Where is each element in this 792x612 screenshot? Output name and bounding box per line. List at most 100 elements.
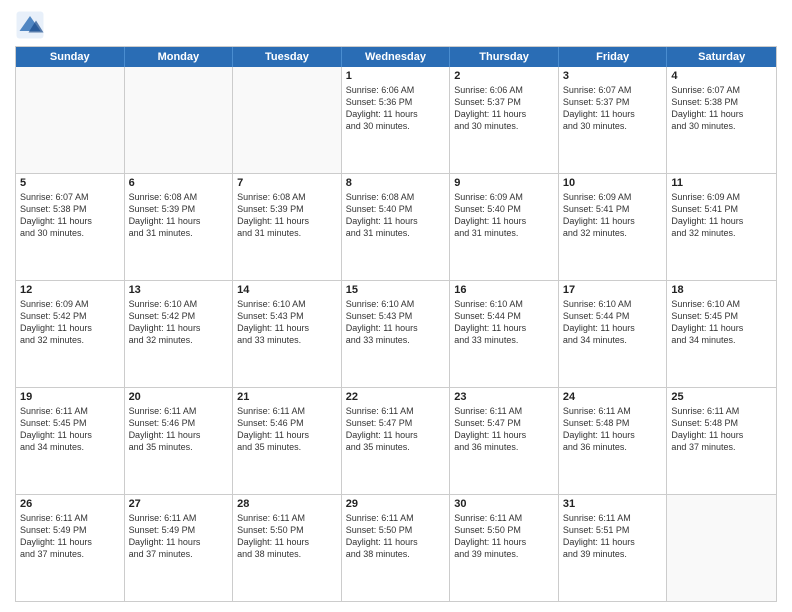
day-number: 6 [129, 177, 229, 189]
calendar-cell-21: 21Sunrise: 6:11 AM Sunset: 5:46 PM Dayli… [233, 388, 342, 494]
cell-details: Sunrise: 6:10 AM Sunset: 5:45 PM Dayligh… [671, 298, 772, 347]
day-number: 28 [237, 498, 337, 510]
day-number: 26 [20, 498, 120, 510]
day-number: 29 [346, 498, 446, 510]
calendar-cell-27: 27 Sunrise: 6:11 AM Sunset: 5:49 PM Dayli… [125, 495, 234, 601]
calendar-cell-17: 17Sunrise: 6:10 AM Sunset: 5:44 PM Dayli… [559, 281, 668, 387]
cell-details: Sunrise: 6:11 AM Sunset: 5:47 PM Dayligh… [454, 405, 554, 454]
cell-details: Sunrise: 6:10 AM Sunset: 5:42 PM Dayligh… [129, 298, 229, 347]
cell-details: Sunrise: 6:08 AM Sunset: 5:39 PM Dayligh… [237, 191, 337, 240]
cell-details: Sunrise: 6:11 AM Sunset: 5:46 PM Dayligh… [237, 405, 337, 454]
day-number: 15 [346, 284, 446, 296]
cell-details: Sunrise: 6:11 AM Sunset: 5:45 PM Dayligh… [20, 405, 120, 454]
calendar-cell-13: 13 Sunrise: 6:10 AM Sunset: 5:42 PM Dayli… [125, 281, 234, 387]
day-number: 22 [346, 391, 446, 403]
cell-details: Sunrise: 6:11 AM Sunset: 5:51 PM Dayligh… [563, 512, 663, 561]
day-number: 7 [237, 177, 337, 189]
header-day-saturday: Saturday [667, 47, 776, 67]
day-number: 18 [671, 284, 772, 296]
cell-details: Sunrise: 6:11 AM Sunset: 5:48 PM Dayligh… [563, 405, 663, 454]
day-number: 4 [671, 70, 772, 82]
cell-details: Sunrise: 6:11 AM Sunset: 5:50 PM Dayligh… [454, 512, 554, 561]
calendar-cell-empty-0-0 [16, 67, 125, 173]
day-number: 20 [129, 391, 229, 403]
day-number: 8 [346, 177, 446, 189]
calendar-cell-19: 19 Sunrise: 6:11 AM Sunset: 5:45 PM Dayli… [16, 388, 125, 494]
calendar-cell-empty-0-2 [233, 67, 342, 173]
calendar-cell-18: 18 Sunrise: 6:10 AM Sunset: 5:45 PM Dayli… [667, 281, 776, 387]
page-header [15, 10, 777, 40]
logo [15, 10, 49, 40]
calendar-cell-1: 1 Sunrise: 6:06 AM Sunset: 5:36 PM Daylig… [342, 67, 451, 173]
day-number: 11 [671, 177, 772, 189]
calendar-cell-31: 31 Sunrise: 6:11 AM Sunset: 5:51 PM Dayli… [559, 495, 668, 601]
day-number: 27 [129, 498, 229, 510]
calendar-cell-22: 22Sunrise: 6:11 AM Sunset: 5:47 PM Dayli… [342, 388, 451, 494]
cell-details: Sunrise: 6:11 AM Sunset: 5:50 PM Dayligh… [237, 512, 337, 561]
calendar-header: SundayMondayTuesdayWednesdayThursdayFrid… [16, 47, 776, 67]
calendar-cell-24: 24 Sunrise: 6:11 AM Sunset: 5:48 PM Dayli… [559, 388, 668, 494]
calendar-cell-23: 23 Sunrise: 6:11 AM Sunset: 5:47 PM Dayli… [450, 388, 559, 494]
calendar-cell-10: 10 Sunrise: 6:09 AM Sunset: 5:41 PM Dayli… [559, 174, 668, 280]
cell-details: Sunrise: 6:09 AM Sunset: 5:42 PM Dayligh… [20, 298, 120, 347]
cell-details: Sunrise: 6:11 AM Sunset: 5:50 PM Dayligh… [346, 512, 446, 561]
cell-details: Sunrise: 6:09 AM Sunset: 5:40 PM Dayligh… [454, 191, 554, 240]
day-number: 24 [563, 391, 663, 403]
calendar-body: 1 Sunrise: 6:06 AM Sunset: 5:36 PM Daylig… [16, 67, 776, 601]
logo-icon [15, 10, 45, 40]
cell-details: Sunrise: 6:09 AM Sunset: 5:41 PM Dayligh… [671, 191, 772, 240]
cell-details: Sunrise: 6:08 AM Sunset: 5:39 PM Dayligh… [129, 191, 229, 240]
calendar-cell-5: 5 Sunrise: 6:07 AM Sunset: 5:38 PM Daylig… [16, 174, 125, 280]
cell-details: Sunrise: 6:11 AM Sunset: 5:46 PM Dayligh… [129, 405, 229, 454]
day-number: 3 [563, 70, 663, 82]
day-number: 9 [454, 177, 554, 189]
calendar-row-4: 26 Sunrise: 6:11 AM Sunset: 5:49 PM Dayli… [16, 495, 776, 601]
header-day-friday: Friday [559, 47, 668, 67]
cell-details: Sunrise: 6:06 AM Sunset: 5:36 PM Dayligh… [346, 84, 446, 133]
header-day-tuesday: Tuesday [233, 47, 342, 67]
header-day-wednesday: Wednesday [342, 47, 451, 67]
calendar: SundayMondayTuesdayWednesdayThursdayFrid… [15, 46, 777, 602]
day-number: 1 [346, 70, 446, 82]
calendar-cell-3: 3 Sunrise: 6:07 AM Sunset: 5:37 PM Daylig… [559, 67, 668, 173]
header-day-thursday: Thursday [450, 47, 559, 67]
calendar-cell-7: 7 Sunrise: 6:08 AM Sunset: 5:39 PM Daylig… [233, 174, 342, 280]
day-number: 2 [454, 70, 554, 82]
cell-details: Sunrise: 6:09 AM Sunset: 5:41 PM Dayligh… [563, 191, 663, 240]
calendar-cell-2: 2 Sunrise: 6:06 AM Sunset: 5:37 PM Daylig… [450, 67, 559, 173]
day-number: 31 [563, 498, 663, 510]
calendar-cell-14: 14 Sunrise: 6:10 AM Sunset: 5:43 PM Dayli… [233, 281, 342, 387]
day-number: 23 [454, 391, 554, 403]
calendar-cell-26: 26 Sunrise: 6:11 AM Sunset: 5:49 PM Dayli… [16, 495, 125, 601]
day-number: 30 [454, 498, 554, 510]
calendar-cell-empty-4-6 [667, 495, 776, 601]
calendar-cell-25: 25Sunrise: 6:11 AM Sunset: 5:48 PM Dayli… [667, 388, 776, 494]
calendar-cell-empty-0-1 [125, 67, 234, 173]
calendar-cell-11: 11 Sunrise: 6:09 AM Sunset: 5:41 PM Dayli… [667, 174, 776, 280]
calendar-cell-6: 6 Sunrise: 6:08 AM Sunset: 5:39 PM Daylig… [125, 174, 234, 280]
cell-details: Sunrise: 6:08 AM Sunset: 5:40 PM Dayligh… [346, 191, 446, 240]
day-number: 14 [237, 284, 337, 296]
cell-details: Sunrise: 6:06 AM Sunset: 5:37 PM Dayligh… [454, 84, 554, 133]
day-number: 12 [20, 284, 120, 296]
header-day-sunday: Sunday [16, 47, 125, 67]
day-number: 17 [563, 284, 663, 296]
cell-details: Sunrise: 6:11 AM Sunset: 5:49 PM Dayligh… [129, 512, 229, 561]
day-number: 25 [671, 391, 772, 403]
cell-details: Sunrise: 6:07 AM Sunset: 5:37 PM Dayligh… [563, 84, 663, 133]
cell-details: Sunrise: 6:11 AM Sunset: 5:49 PM Dayligh… [20, 512, 120, 561]
cell-details: Sunrise: 6:10 AM Sunset: 5:44 PM Dayligh… [454, 298, 554, 347]
calendar-cell-20: 20 Sunrise: 6:11 AM Sunset: 5:46 PM Dayli… [125, 388, 234, 494]
calendar-cell-16: 16 Sunrise: 6:10 AM Sunset: 5:44 PM Dayli… [450, 281, 559, 387]
cell-details: Sunrise: 6:07 AM Sunset: 5:38 PM Dayligh… [20, 191, 120, 240]
day-number: 13 [129, 284, 229, 296]
calendar-cell-30: 30 Sunrise: 6:11 AM Sunset: 5:50 PM Dayli… [450, 495, 559, 601]
cell-details: Sunrise: 6:10 AM Sunset: 5:43 PM Dayligh… [237, 298, 337, 347]
calendar-cell-12: 12 Sunrise: 6:09 AM Sunset: 5:42 PM Dayli… [16, 281, 125, 387]
cell-details: Sunrise: 6:07 AM Sunset: 5:38 PM Dayligh… [671, 84, 772, 133]
day-number: 5 [20, 177, 120, 189]
calendar-cell-28: 28 Sunrise: 6:11 AM Sunset: 5:50 PM Dayli… [233, 495, 342, 601]
day-number: 19 [20, 391, 120, 403]
day-number: 16 [454, 284, 554, 296]
day-number: 10 [563, 177, 663, 189]
